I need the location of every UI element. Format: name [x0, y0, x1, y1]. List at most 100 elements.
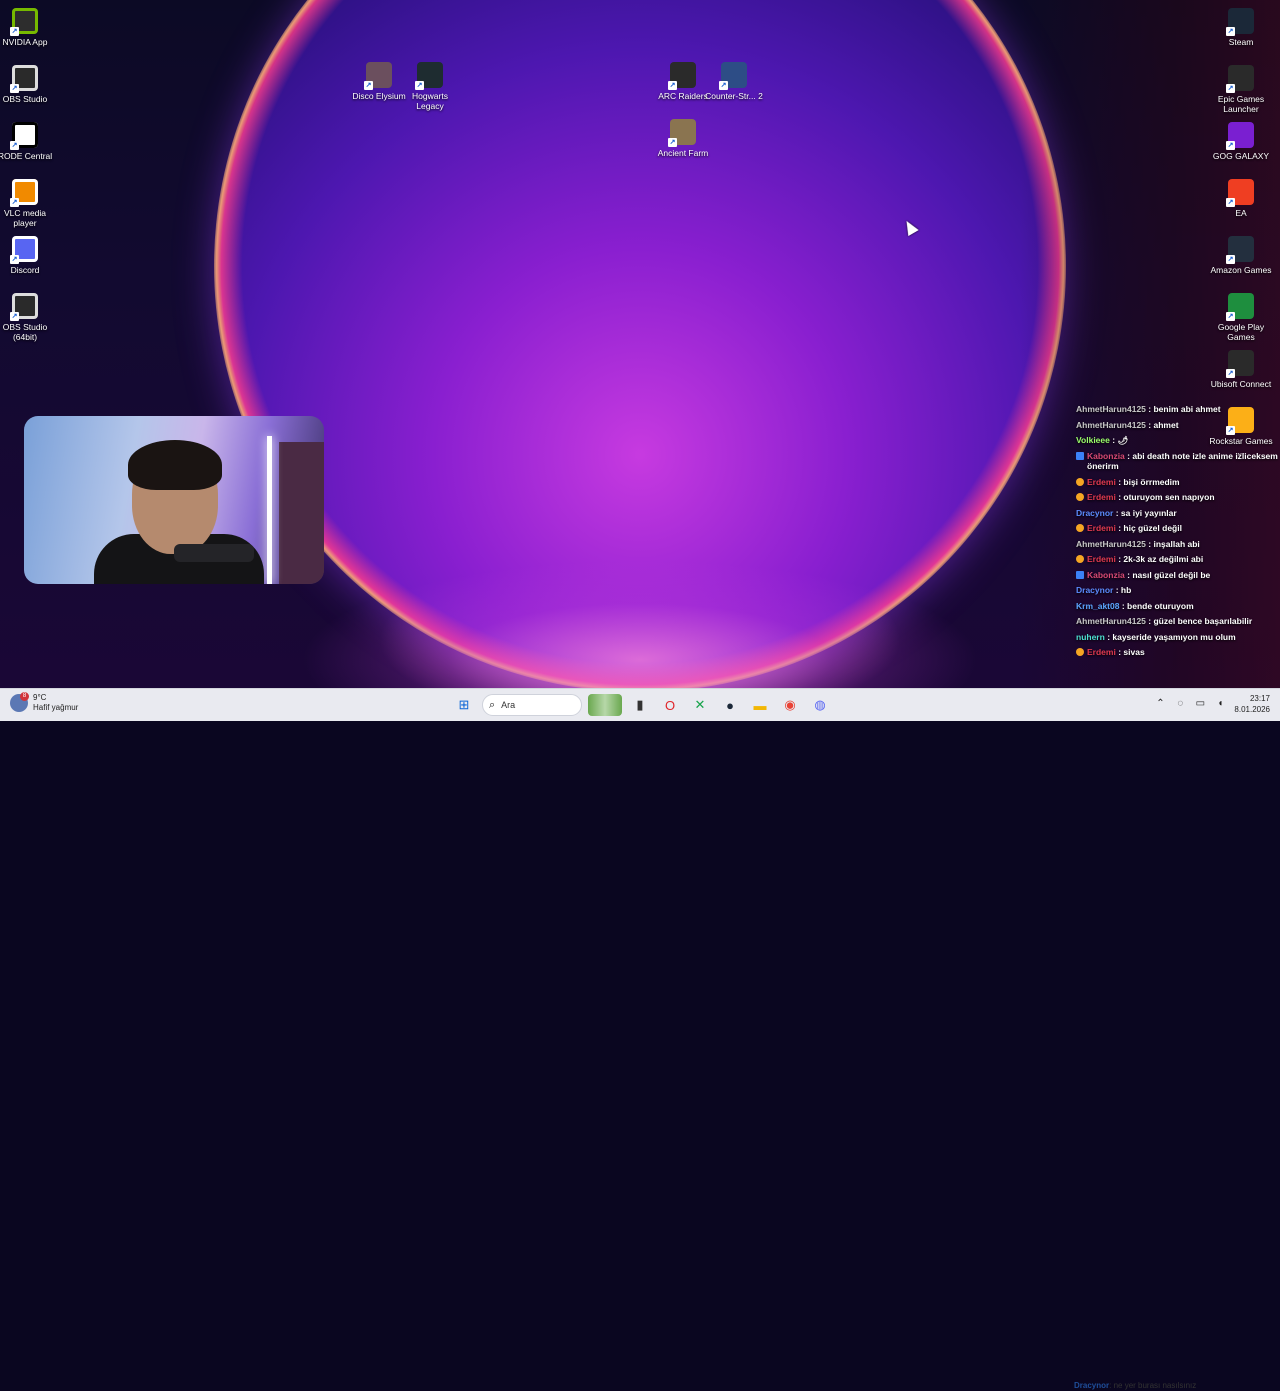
- desktop-icon-label: VLC media player: [3, 208, 47, 228]
- chat-overflow-message: Dracynor: ne yer burası nasılsınız: [1074, 1381, 1196, 1391]
- search-highlight-image[interactable]: [588, 694, 622, 716]
- tray-overflow-chevron-icon[interactable]: ⌃: [1154, 698, 1166, 710]
- steam-taskbar-button[interactable]: ●: [718, 693, 742, 717]
- stream-chat-overlay: AhmetHarun4125 : benim abi ahmet AhmetHar…: [1074, 404, 1280, 688]
- desktop-icon-label: Ubisoft Connect: [1210, 379, 1272, 389]
- task-view-icon: ▮: [636, 697, 644, 712]
- weather-badge: 8: [20, 692, 29, 701]
- desktop-icon-hogwarts-legacy[interactable]: ↗ Hogwarts Legacy: [398, 62, 462, 111]
- chat-message: AhmetHarun4125 : benim abi ahmet: [1076, 404, 1280, 415]
- search-icon: ⌕: [489, 698, 496, 711]
- desktop-icon-ubisoft-connect[interactable]: ↗ Ubisoft Connect: [1209, 350, 1273, 389]
- chat-username: Erdemi: [1087, 647, 1116, 657]
- desktop-icon-label: RODE Central: [0, 151, 53, 161]
- chat-username: Erdemi: [1087, 554, 1116, 564]
- task-view-button[interactable]: ▮: [628, 693, 652, 717]
- shortcut-arrow-icon: ↗: [415, 81, 424, 90]
- desktop-icon-obs-studio-64bit[interactable]: ↗ OBS Studio (64bit): [0, 293, 57, 342]
- chat-message: Erdemi : sivas: [1076, 647, 1280, 658]
- shortcut-arrow-icon: ↗: [10, 312, 19, 321]
- chat-overflow-text: : ne yer burası nasılsınız: [1109, 1381, 1197, 1390]
- shortcut-arrow-icon: ↗: [1226, 84, 1235, 93]
- desktop-icon-label: EA: [1235, 208, 1247, 218]
- subscriber-badge-icon: [1076, 493, 1084, 501]
- xbox-icon: ✕: [694, 697, 706, 712]
- farm-icon: ↗: [668, 119, 696, 147]
- taskbar-apps: ⊞ ⌕ Ara ▮ O ✕ ● ▬ ◉ ◍: [452, 693, 832, 717]
- shortcut-arrow-icon: ↗: [1226, 369, 1235, 378]
- chat-message: Krm_akt08 : bende oturuyom: [1076, 601, 1280, 612]
- subscriber-badge-icon: [1076, 524, 1084, 532]
- network-icon[interactable]: ◌: [1174, 698, 1186, 710]
- chat-username: AhmetHarun4125: [1076, 419, 1146, 430]
- chat-message: AhmetHarun4125 : ahmet: [1076, 420, 1280, 431]
- webcam-overlay: [24, 416, 324, 584]
- chat-username: AhmetHarun4125: [1076, 538, 1146, 549]
- ea-icon: ↗: [1226, 179, 1254, 207]
- chat-username: AhmetHarun4125: [1076, 404, 1146, 414]
- chrome-button[interactable]: ◉: [778, 693, 802, 717]
- shortcut-arrow-icon: ↗: [10, 198, 19, 207]
- opera-button[interactable]: O: [658, 693, 682, 717]
- desktop-icon-label: Ancient Farm: [657, 148, 709, 158]
- chat-username: Dracynor: [1076, 507, 1114, 518]
- discord-taskbar-button[interactable]: ◍: [808, 693, 832, 717]
- taskbar-clock[interactable]: 23:17 8.01.2026: [1234, 693, 1270, 715]
- nvidia-icon: ↗: [10, 8, 38, 36]
- chat-text: : bişi örrmedim: [1118, 476, 1180, 487]
- volume-icon[interactable]: ◖: [1214, 698, 1226, 710]
- weather-widget[interactable]: 8 9°C Hafif yağmur: [10, 692, 78, 713]
- desktop-icon-epic-games-launcher[interactable]: ↗ Epic Games Launcher: [1209, 65, 1273, 114]
- desktop-icon-vlc-media-player[interactable]: ↗ VLC media player: [0, 179, 57, 228]
- desktop-icon-label: Discord: [10, 265, 40, 275]
- desktop-icon-gog-galaxy[interactable]: ↗ GOG GALAXY: [1209, 122, 1273, 161]
- arc-icon: ↗: [668, 62, 696, 90]
- chat-message: Erdemi : hiç güzel değil: [1076, 523, 1280, 534]
- chat-username: Volkieee: [1076, 435, 1110, 445]
- chat-message: Volkieee : 🌶: [1076, 435, 1280, 446]
- desktop-icon-ea[interactable]: ↗ EA: [1209, 179, 1273, 218]
- hogwarts-icon: ↗: [415, 62, 443, 90]
- desktop-icon-label: Counter-Str... 2: [705, 91, 763, 101]
- verified-badge-icon: [1076, 451, 1084, 460]
- subscriber-badge-icon: [1076, 555, 1084, 563]
- chrome-icon: ◉: [784, 697, 796, 712]
- desktop-icon-amazon-games[interactable]: ↗ Amazon Games: [1209, 236, 1273, 275]
- desktop-icon-counter-str-2[interactable]: ↗ Counter-Str... 2: [702, 62, 766, 101]
- chat-username: AhmetHarun4125: [1076, 616, 1146, 626]
- chat-text: : güzel bence başarılabilir: [1148, 616, 1253, 626]
- desktop-icon-discord[interactable]: ↗ Discord: [0, 236, 57, 275]
- chat-username: Erdemi: [1087, 492, 1116, 502]
- verified-badge-icon: [1076, 570, 1084, 579]
- webcam-microphone: [174, 544, 254, 562]
- chat-message: AhmetHarun4125 : inşallah abi: [1076, 539, 1280, 550]
- shortcut-arrow-icon: ↗: [10, 255, 19, 264]
- webcam-light: [267, 436, 272, 584]
- steam-icon: ↗: [1226, 8, 1254, 36]
- chat-message: AhmetHarun4125 : güzel bence başarılabil…: [1076, 616, 1280, 627]
- desktop-icon-obs-studio[interactable]: ↗ OBS Studio: [0, 65, 57, 104]
- webcam-shelf: [279, 442, 324, 584]
- battery-icon[interactable]: ▭: [1194, 698, 1206, 710]
- xbox-button[interactable]: ✕: [688, 693, 712, 717]
- desktop-icon-steam[interactable]: ↗ Steam: [1209, 8, 1273, 47]
- clock-date: 8.01.2026: [1234, 705, 1270, 714]
- chat-username: Krm_akt08: [1076, 600, 1120, 611]
- desktop-icon-ancient-farm[interactable]: ↗ Ancient Farm: [651, 119, 715, 158]
- search-box[interactable]: ⌕ Ara: [482, 694, 582, 716]
- start-button[interactable]: ⊞: [452, 693, 476, 717]
- clock-time: 23:17: [1249, 694, 1270, 703]
- desktop-icon-label: OBS Studio (64bit): [2, 322, 48, 342]
- shortcut-arrow-icon: ↗: [10, 84, 19, 93]
- file-explorer-button[interactable]: ▬: [748, 693, 772, 717]
- desktop-icon-google-play-games[interactable]: ↗ Google Play Games: [1209, 293, 1273, 342]
- system-tray: ⌃ ◌ ▭ ◖ 23:17 8.01.2026: [1154, 693, 1270, 715]
- shortcut-arrow-icon: ↗: [1226, 198, 1235, 207]
- play-icon: ↗: [1226, 293, 1254, 321]
- chat-text: : nasıl güzel değil be: [1127, 569, 1211, 580]
- desktop-icon-rode-central[interactable]: ↗ RODE Central: [0, 122, 57, 161]
- obs-icon: ↗: [10, 293, 38, 321]
- shortcut-arrow-icon: ↗: [719, 81, 728, 90]
- desktop-icon-nvidia-app[interactable]: ↗ NVIDIA App: [0, 8, 57, 47]
- chat-message: Kabonzia : nasıl güzel değil be: [1076, 570, 1280, 581]
